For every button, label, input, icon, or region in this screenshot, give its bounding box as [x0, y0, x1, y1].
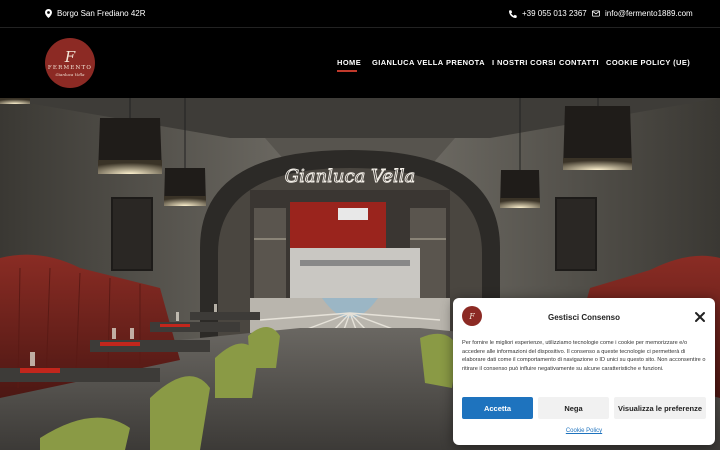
email-text: info@fermento1889.com [605, 9, 693, 18]
nav-item-cookie-policy[interactable]: COOKIE POLICY (UE) [606, 58, 690, 67]
site-header: F FERMENTO Gianluca Vella HOME GIANLUCA … [0, 28, 720, 98]
envelope-icon [592, 10, 600, 17]
close-icon[interactable] [694, 311, 706, 323]
neon-sign: Gianluca Vella [285, 166, 416, 187]
nav-item-home[interactable]: HOME [337, 58, 361, 67]
address-text: Borgo San Frediano 42R [57, 9, 146, 18]
cookie-policy-link[interactable]: Cookie Policy [453, 428, 715, 434]
deny-button[interactable]: Nega [538, 397, 609, 419]
consent-title: Gestisci Consenso [547, 313, 621, 322]
address-info: Borgo San Frediano 42R [45, 9, 146, 18]
phone-text: +39 055 013 2367 [522, 9, 587, 18]
top-bar: Borgo San Frediano 42R +39 055 013 2367 … [0, 0, 720, 28]
nav-item-prenota[interactable]: PRENOTA [446, 58, 485, 67]
accept-button[interactable]: Accetta [462, 397, 533, 419]
nav-active-underline [337, 70, 357, 72]
view-preferences-button[interactable]: Visualizza le preferenze [614, 397, 706, 419]
phone-icon [509, 9, 517, 18]
logo-signature: Gianluca Vella [55, 71, 85, 77]
site-logo[interactable]: F FERMENTO Gianluca Vella [45, 38, 95, 88]
nav-item-gianluca-vella[interactable]: GIANLUCA VELLA [372, 58, 444, 67]
map-pin-icon [45, 9, 52, 18]
logo-brand: FERMENTO [47, 64, 93, 71]
consent-text: Per fornire le migliori esperienze, util… [462, 340, 706, 372]
email-info[interactable]: info@fermento1889.com [592, 9, 693, 18]
cookie-consent-dialog: F Gestisci Consenso Per fornire le migli… [453, 298, 715, 445]
nav-item-contatti[interactable]: CONTATTI [559, 58, 599, 67]
logo-monogram: F [64, 47, 76, 66]
nav-item-corsi[interactable]: I NOSTRI CORSI [492, 58, 556, 67]
phone-info[interactable]: +39 055 013 2367 [509, 9, 587, 18]
